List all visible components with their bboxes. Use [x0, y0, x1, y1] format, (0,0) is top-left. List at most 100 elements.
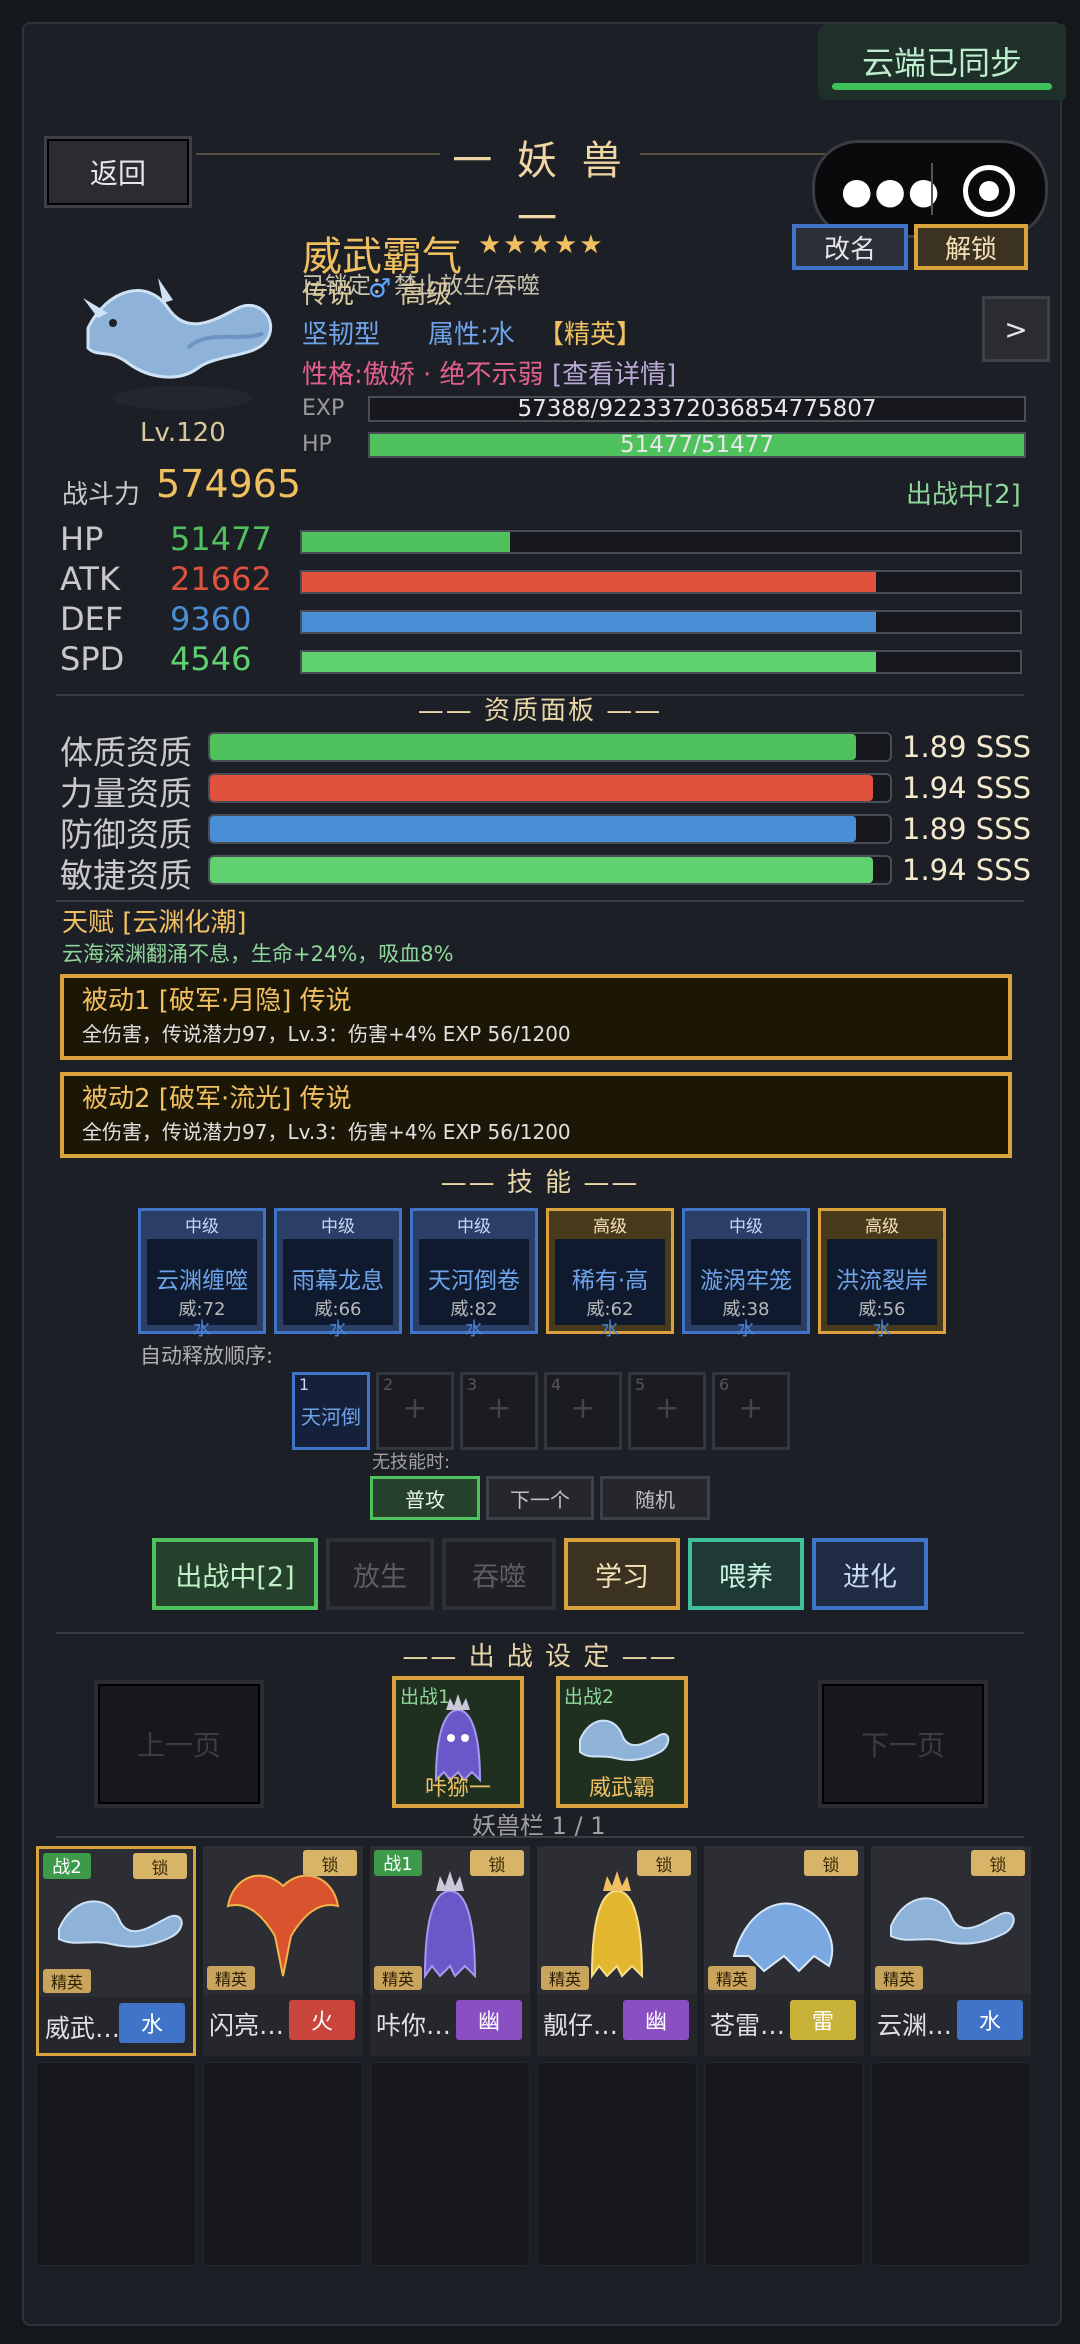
- skill-name: 稀有·高: [571, 1268, 649, 1294]
- skill-element: 水: [329, 1319, 347, 1340]
- skill-level: 中级: [457, 1216, 491, 1237]
- stat-bar-fill: [302, 532, 511, 552]
- rank-badge: 精英: [875, 1966, 923, 1990]
- rename-button[interactable]: 改名: [792, 224, 908, 270]
- next-page-button[interactable]: 下一页: [818, 1680, 988, 1808]
- stat-bar: [300, 570, 1022, 594]
- fallback-normal-attack-button[interactable]: 普攻: [370, 1476, 480, 1520]
- close-target-icon[interactable]: [963, 165, 1015, 217]
- skills-title: —— 技 能 ——: [440, 1168, 640, 1198]
- rank-badge: 精英: [708, 1966, 756, 1990]
- release-button[interactable]: 放生: [326, 1538, 434, 1610]
- more-icon[interactable]: ●●●: [841, 171, 941, 212]
- deploy-badge: 战2: [43, 1853, 91, 1879]
- empty-roster-slot[interactable]: [537, 2062, 697, 2266]
- empty-roster-slot[interactable]: [36, 2062, 196, 2266]
- skill-card[interactable]: 高级 洪流裂岸 威:56 水: [818, 1208, 946, 1340]
- stat-label: DEF: [60, 600, 124, 638]
- lock-badge[interactable]: 锁: [804, 1850, 858, 1876]
- pet-card-name: 咔你…: [376, 2011, 452, 2040]
- lock-badge[interactable]: 锁: [303, 1850, 357, 1876]
- deploy-slot-2[interactable]: 出战2 威武霸: [556, 1676, 688, 1808]
- power-value: 574965: [156, 462, 302, 506]
- empty-roster-slot[interactable]: [203, 2062, 363, 2266]
- skill-level: 高级: [593, 1216, 627, 1237]
- skill-card[interactable]: 高级 稀有·高 威:62 水: [546, 1208, 674, 1340]
- stat-bar-fill: [302, 612, 877, 632]
- lock-badge[interactable]: 锁: [133, 1853, 187, 1879]
- unlock-button[interactable]: 解锁: [914, 224, 1028, 270]
- fallback-random-button[interactable]: 随机: [600, 1476, 710, 1520]
- empty-roster-slot[interactable]: [871, 2062, 1031, 2266]
- skill-name: 天河倒卷: [428, 1268, 520, 1294]
- pet-rank: 【精英】: [538, 320, 643, 350]
- auto-order-slot[interactable]: 6 +: [712, 1372, 790, 1450]
- learn-button[interactable]: 学习: [564, 1538, 680, 1610]
- pet-card[interactable]: 锁精英 闪亮… 火: [203, 1846, 363, 2056]
- auto-order-slot[interactable]: 4 +: [544, 1372, 622, 1450]
- aptitude-bar: [208, 855, 892, 885]
- pet-card-name: 苍雷…: [710, 2011, 786, 2040]
- skill-card[interactable]: 中级 天河倒卷 威:82 水: [410, 1208, 538, 1340]
- view-detail-link[interactable]: [查看详情]: [552, 354, 676, 391]
- pet-type: 坚韧型: [302, 320, 381, 350]
- slot-content: 天河倒: [301, 1405, 361, 1429]
- title-divider-left: [196, 153, 440, 155]
- aptitude-bar-fill: [210, 775, 873, 801]
- auto-order-slot[interactable]: 5 +: [628, 1372, 706, 1450]
- skill-body: 洪流裂岸 威:56 水: [827, 1239, 937, 1340]
- pet-card-name: 云渊…: [877, 2011, 953, 2040]
- aptitude-value: 1.89 SSS: [902, 730, 1032, 764]
- empty-roster-slot[interactable]: [704, 2062, 864, 2266]
- talent-desc: 云海深渊翻涌不息，生命+24%，吸血8%: [62, 942, 454, 966]
- deploying-button[interactable]: 出战中[2]: [152, 1538, 318, 1610]
- deploy-slot-name: 威武霸: [588, 1776, 655, 1801]
- pet-card[interactable]: 锁精英云渊… 水: [871, 1846, 1031, 2056]
- skill-card[interactable]: 中级 漩涡牢笼 威:38 水: [682, 1208, 810, 1340]
- evolve-button[interactable]: 进化: [812, 1538, 928, 1610]
- pet-card[interactable]: 锁精英 靓仔… 幽: [537, 1846, 697, 2056]
- exp-label: EXP: [302, 396, 345, 421]
- auto-order-slot[interactable]: 2 +: [376, 1372, 454, 1450]
- back-button[interactable]: 返回: [44, 136, 192, 208]
- prev-page-button[interactable]: 上一页: [94, 1680, 264, 1808]
- passive-skill-2[interactable]: 被动2 [破军·流光] 传说 全伤害，传说潜力97，Lv.3：伤害+4% EXP…: [60, 1072, 1012, 1158]
- pet-card[interactable]: 战1 锁精英 咔你… 幽: [370, 1846, 530, 2056]
- exp-bar: 57388/9223372036854775807: [368, 396, 1026, 422]
- deploy-slot-1[interactable]: 出战1 咔猕一: [392, 1676, 524, 1808]
- aptitude-title: —— 资质面板 ——: [417, 696, 663, 726]
- skill-level: 中级: [729, 1216, 763, 1237]
- slot-content: +: [570, 1391, 596, 1426]
- auto-order-slot[interactable]: 1 天河倒: [292, 1372, 370, 1450]
- empty-roster-slot[interactable]: [370, 2062, 530, 2266]
- next-pet-button[interactable]: >: [982, 296, 1050, 362]
- lock-badge[interactable]: 锁: [971, 1850, 1025, 1876]
- skill-card[interactable]: 中级 雨幕龙息 威:66 水: [274, 1208, 402, 1340]
- pet-card[interactable]: 锁精英 苍雷… 雷: [704, 1846, 864, 2056]
- deploy-badge: 战1: [374, 1850, 422, 1876]
- lock-badge[interactable]: 锁: [637, 1850, 691, 1876]
- feed-button[interactable]: 喂养: [688, 1538, 804, 1610]
- pet-card[interactable]: 战2 锁精英 威武… 水: [36, 1846, 196, 2056]
- element-badge: 水: [957, 2000, 1023, 2040]
- passive-desc: 全伤害，传说潜力97，Lv.3：伤害+4% EXP 56/1200: [82, 1120, 571, 1144]
- skill-body: 天河倒卷 威:82 水: [419, 1239, 529, 1340]
- aptitude-label: 敏捷资质: [60, 856, 192, 895]
- deploy-slot-name: 咔猕一: [424, 1776, 491, 1801]
- skill-name: 云渊缠噬: [156, 1268, 248, 1294]
- auto-order-slot[interactable]: 3 +: [460, 1372, 538, 1450]
- pet-level: Lv.120: [140, 418, 226, 448]
- aptitude-bar: [208, 814, 892, 844]
- skill-element: 水: [737, 1319, 755, 1340]
- lock-badge[interactable]: 锁: [470, 1850, 524, 1876]
- deploy-status: 出战中[2]: [906, 480, 1021, 510]
- aptitude-bar: [208, 732, 892, 762]
- pet-portrait: [68, 258, 298, 418]
- fallback-next-button[interactable]: 下一个: [486, 1476, 594, 1520]
- passive-skill-1[interactable]: 被动1 [破军·月隐] 传说 全伤害，传说潜力97，Lv.3：伤害+4% EXP…: [60, 974, 1012, 1060]
- hp-text: 51477/51477: [619, 432, 775, 458]
- skill-card[interactable]: 中级 云渊缠噬 威:72 水: [138, 1208, 266, 1340]
- skill-level: 高级: [865, 1216, 899, 1237]
- stat-bar-fill: [302, 652, 877, 672]
- devour-button[interactable]: 吞噬: [442, 1538, 556, 1610]
